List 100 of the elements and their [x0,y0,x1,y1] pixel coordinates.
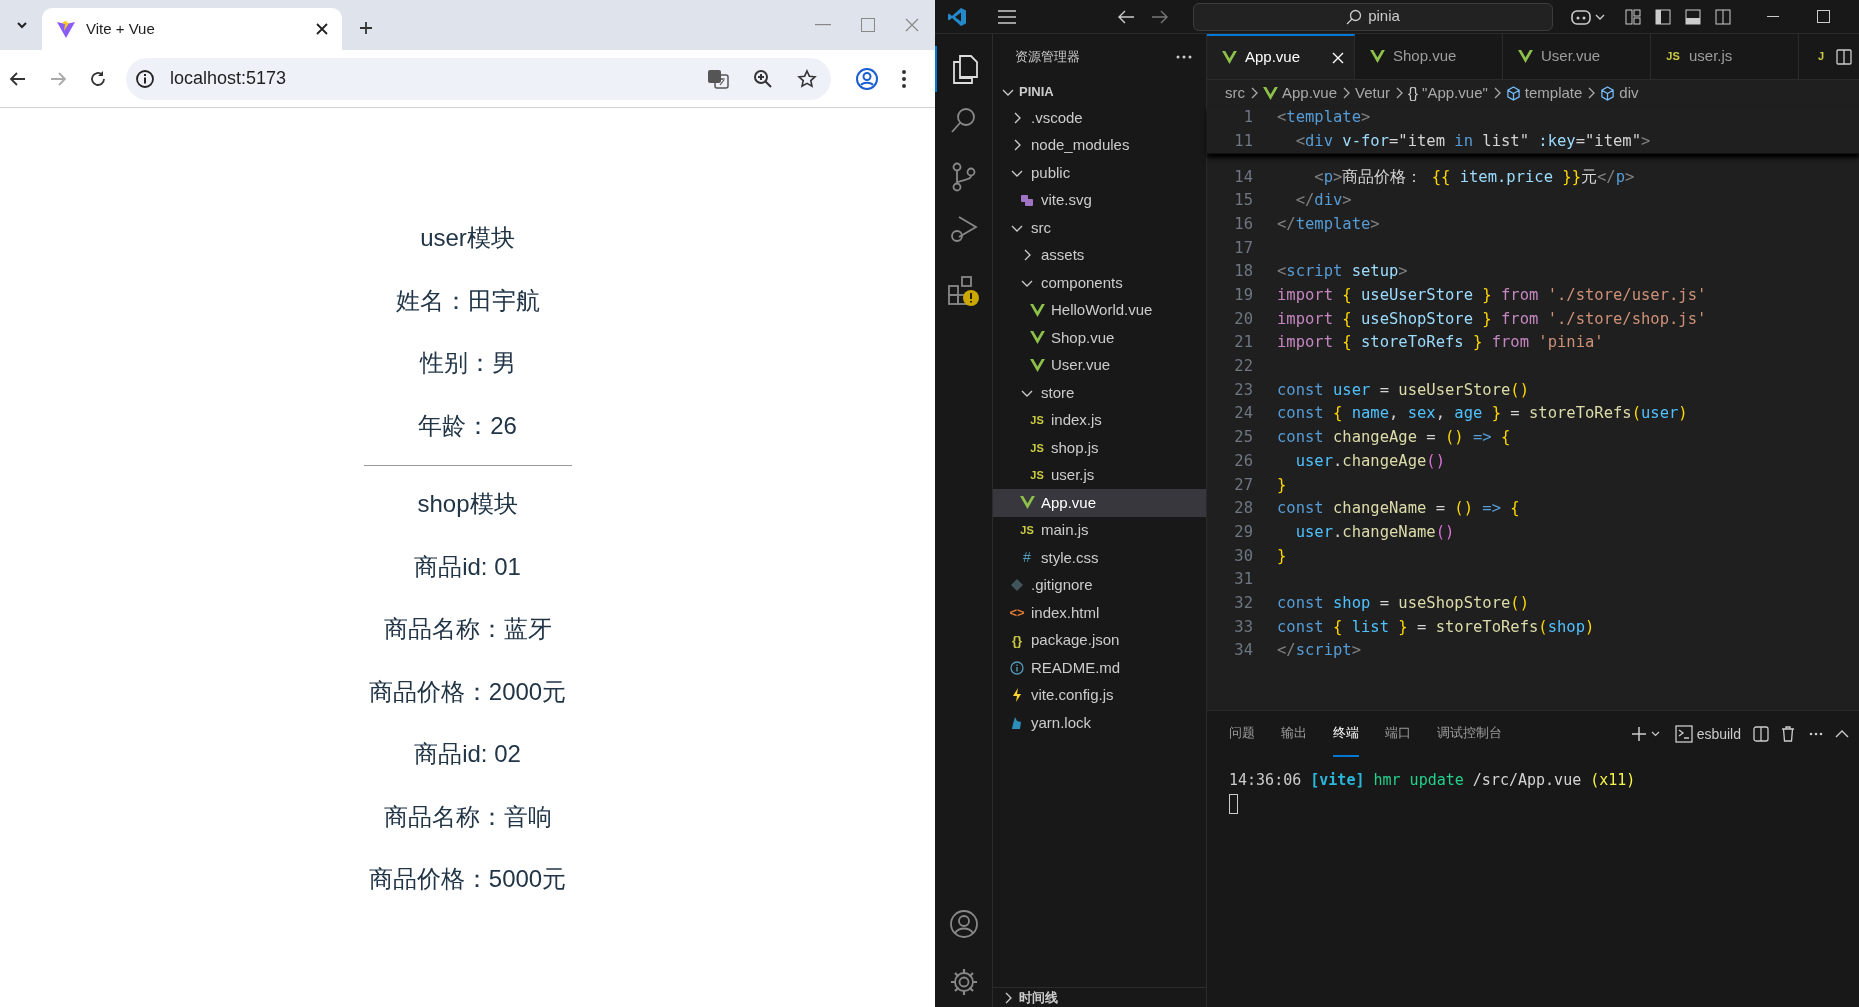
minimize-icon[interactable] [1767,15,1779,18]
back-icon[interactable] [1117,8,1135,25]
file-item[interactable]: yarn.lock [993,709,1206,737]
folder-item[interactable]: node_modules [993,131,1206,159]
timeline-section-header[interactable]: 时间线 [993,987,1206,1007]
breadcrumb-item[interactable]: div [1600,81,1639,105]
profile-icon[interactable] [855,66,879,91]
file-item[interactable]: vite.config.js [993,681,1206,709]
terminal-profile-label[interactable]: esbuild [1696,723,1741,745]
split-terminal-icon[interactable] [1753,726,1769,742]
forward-icon[interactable] [1151,8,1169,25]
file-item[interactable]: vite.svg [993,186,1206,214]
chevron-up-icon[interactable] [1835,729,1849,739]
file-item[interactable]: <> index.html [993,599,1206,627]
panel-tab[interactable]: 问题 [1229,711,1255,757]
code-line: const changeName = () => { [1277,498,1520,520]
browser-tab[interactable]: Vite + Vue [42,8,342,50]
file-item[interactable]: Shop.vue [993,324,1206,352]
info-icon[interactable] [134,67,156,90]
panel-tab[interactable]: 调试控制台 [1437,711,1502,757]
file-type-icon: {} [1011,630,1023,650]
info-text: 年龄：26 [418,410,517,441]
panel-toggle-icon[interactable] [1685,8,1701,25]
more-icon[interactable] [1176,55,1192,59]
zoom-icon[interactable] [753,68,773,89]
editor-tab[interactable]: Shop.vue [1355,34,1503,79]
line-number: 23 [1233,379,1254,401]
star-icon[interactable] [797,68,817,89]
info-text: 商品名称：蓝牙 [383,614,552,645]
cube-icon [1600,85,1616,101]
file-item[interactable]: JS main.js [993,516,1206,544]
account-icon[interactable] [948,909,979,939]
file-item[interactable]: # style.css [993,544,1206,572]
file-item[interactable]: App.vue [993,489,1206,517]
folder-item[interactable]: assets [993,241,1206,269]
search-icon[interactable] [949,106,978,134]
more-icon[interactable] [901,68,907,89]
more-icon[interactable] [1809,732,1823,736]
sidebar-toggle-icon[interactable] [1655,8,1671,25]
file-item[interactable]: README.md [993,654,1206,682]
editor-tab[interactable]: App.vue [1207,34,1355,79]
panel-tab[interactable]: 端口 [1385,711,1411,757]
breadcrumb-item[interactable]: template [1505,81,1583,105]
line-number: 25 [1233,427,1254,449]
terminal-icon [1674,725,1693,743]
breadcrumb-item[interactable]: App.vue [1263,81,1338,105]
line-number: 20 [1233,308,1254,330]
address-bar[interactable]: localhost:5173 [126,57,831,100]
run-debug-icon[interactable] [948,214,979,244]
info-text: 商品id: 01 [414,551,521,582]
trash-icon[interactable] [1781,726,1795,742]
braces-icon: {} [1408,81,1419,105]
line-number: 32 [1233,592,1254,614]
menu-icon[interactable] [997,9,1017,24]
file-type-icon: # [1023,547,1031,569]
folder-item[interactable]: store [993,379,1206,407]
line-number: 15 [1233,190,1254,212]
editor-tab[interactable]: User.vue [1503,34,1651,79]
folder-item[interactable]: components [993,269,1206,297]
breadcrumb-item[interactable]: {} "App.vue" [1408,81,1488,105]
file-type-icon: J [1817,48,1825,65]
file-item[interactable]: User.vue [993,351,1206,379]
chevron-right-icon [1586,87,1597,99]
maximize-icon[interactable] [1817,10,1830,23]
file-item[interactable]: JS shop.js [993,434,1206,462]
file-item[interactable]: {} package.json [993,626,1206,654]
line-number: 14 [1233,166,1254,188]
panel-tab[interactable]: 终端 [1333,711,1359,757]
folder-item[interactable]: public [993,159,1206,187]
folder-section-header[interactable]: PINIA [993,80,1206,104]
chevron-right-icon [1341,87,1352,99]
breadcrumb-item[interactable]: src [1225,81,1245,105]
layout-icon[interactable] [1625,8,1641,25]
line-number: 18 [1233,261,1254,283]
new-terminal-icon[interactable] [1630,726,1661,742]
copilot-icon[interactable] [1571,7,1607,26]
secondary-sidebar-icon[interactable] [1715,8,1731,25]
code-line: } [1277,474,1287,496]
file-item[interactable]: HelloWorld.vue [993,296,1206,324]
code-line: const { name, sex, age } = storeToRefs(user) [1277,403,1688,425]
command-search-field[interactable]: pinia [1193,2,1553,31]
extensions-icon[interactable] [946,274,981,308]
panel-tab[interactable]: 输出 [1281,711,1307,757]
file-item[interactable]: JS user.js [993,461,1206,489]
file-item[interactable]: JS index.js [993,406,1206,434]
info-text: 商品价格：2000元 [368,676,567,707]
folder-item[interactable]: .vscode [993,104,1206,132]
line-number: 21 [1233,332,1254,354]
code-line: user.changeName() [1294,521,1455,543]
breadcrumb-item[interactable]: Vetur [1355,81,1391,105]
source-control-icon[interactable] [950,162,977,192]
editor-tab[interactable]: JS user.js [1651,34,1799,79]
vue-icon [1019,496,1035,510]
translate-icon[interactable] [707,67,729,90]
close-icon[interactable] [316,23,328,35]
settings-icon[interactable] [948,967,979,997]
folder-item[interactable]: src [993,214,1206,242]
url-text: localhost:5173 [170,67,288,90]
file-item[interactable]: .gitignore [993,571,1206,599]
vue-icon [1029,303,1045,317]
